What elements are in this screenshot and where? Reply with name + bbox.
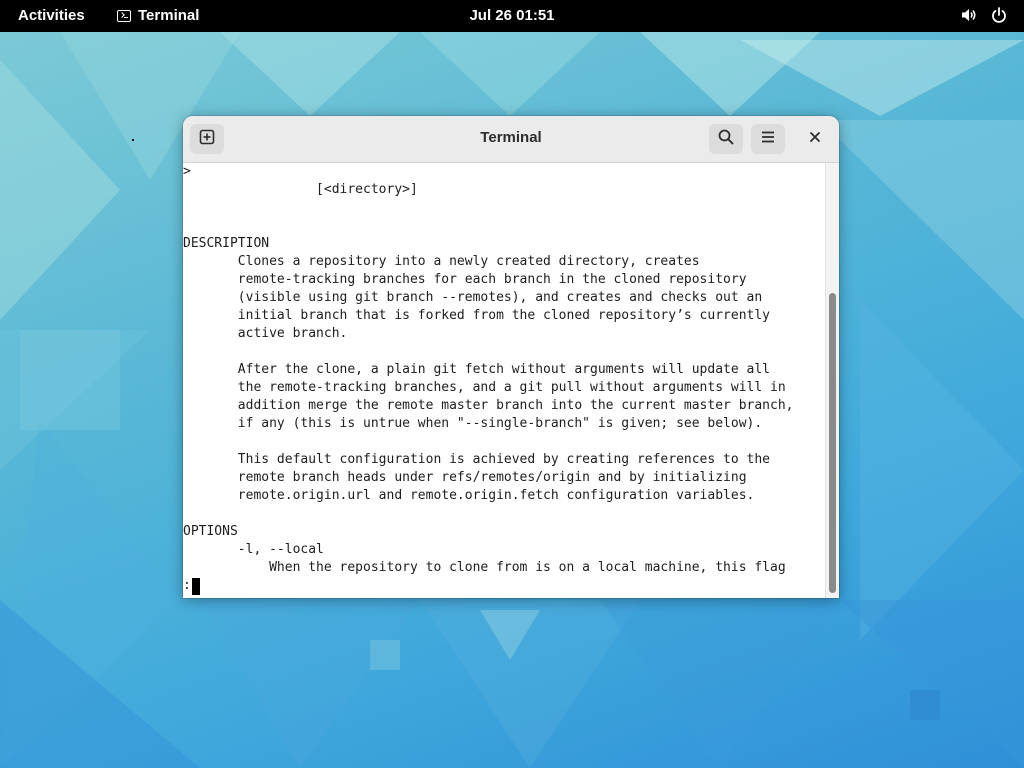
terminal-line: After the clone, a plain git fetch witho… — [183, 362, 770, 377]
scrollbar-thumb[interactable] — [829, 293, 836, 593]
terminal-line: When the repository to clone from is on … — [183, 560, 786, 575]
power-icon — [990, 6, 1008, 24]
terminal-line: (visible using git branch --remotes), an… — [183, 290, 763, 305]
app-menu-button[interactable]: Terminal — [117, 7, 199, 24]
terminal-output: > [<directory>] DESCRIPTION Clones a repo… — [183, 163, 825, 595]
search-icon — [717, 128, 735, 151]
terminal-line: if any (this is untrue when "--single-br… — [183, 416, 763, 431]
new-tab-button[interactable] — [190, 124, 224, 154]
text-cursor — [191, 577, 200, 595]
terminal-content[interactable]: > [<directory>] DESCRIPTION Clones a repo… — [183, 163, 825, 598]
new-tab-icon — [198, 128, 216, 151]
clock-button[interactable]: Jul 26 01:51 — [469, 7, 554, 24]
terminal-line: -l, --local — [183, 542, 324, 557]
terminal-line: Clones a repository into a newly created… — [183, 254, 700, 269]
terminal-line: active branch. — [183, 326, 348, 341]
app-menu-label: Terminal — [138, 7, 200, 24]
terminal-line: [<directory>] — [183, 182, 418, 197]
close-button[interactable] — [803, 127, 827, 151]
terminal-scrollbar[interactable] — [825, 163, 839, 598]
terminal-line: remote.origin.url and remote.origin.fetc… — [183, 488, 755, 503]
close-icon — [809, 130, 821, 148]
activities-label: Activities — [18, 7, 85, 24]
volume-icon — [960, 6, 978, 24]
terminal-line: remote branch heads under refs/remotes/o… — [183, 470, 747, 485]
hamburger-menu-icon — [759, 128, 777, 151]
terminal-line: remote-tracking branches for each branch… — [183, 272, 747, 287]
terminal-line: > — [183, 164, 191, 179]
top-bar: Activities Terminal Jul 26 01:51 — [0, 0, 1024, 32]
terminal-line: initial branch that is forked from the c… — [183, 308, 770, 323]
system-menu-button[interactable] — [960, 6, 1008, 24]
terminal-line: the remote-tracking branches, and a git … — [183, 380, 786, 395]
desktop-dot — [132, 139, 134, 141]
pager-prompt: : — [183, 578, 191, 593]
terminal-line: OPTIONS — [183, 524, 238, 539]
terminal-line: addition merge the remote master branch … — [183, 398, 794, 413]
activities-button[interactable]: Activities — [18, 7, 85, 24]
terminal-line: DESCRIPTION — [183, 236, 270, 251]
main-menu-button[interactable] — [751, 124, 785, 154]
search-button[interactable] — [709, 124, 743, 154]
terminal-line: This default configuration is achieved b… — [183, 452, 770, 467]
terminal-app-icon — [117, 9, 131, 22]
pager-prompt-line: : — [183, 577, 825, 595]
window-headerbar[interactable]: Terminal — [183, 116, 839, 163]
window-title: Terminal — [480, 129, 542, 146]
terminal-window: Terminal > [<directory>] DESCRIPTION Clo… — [183, 116, 839, 598]
